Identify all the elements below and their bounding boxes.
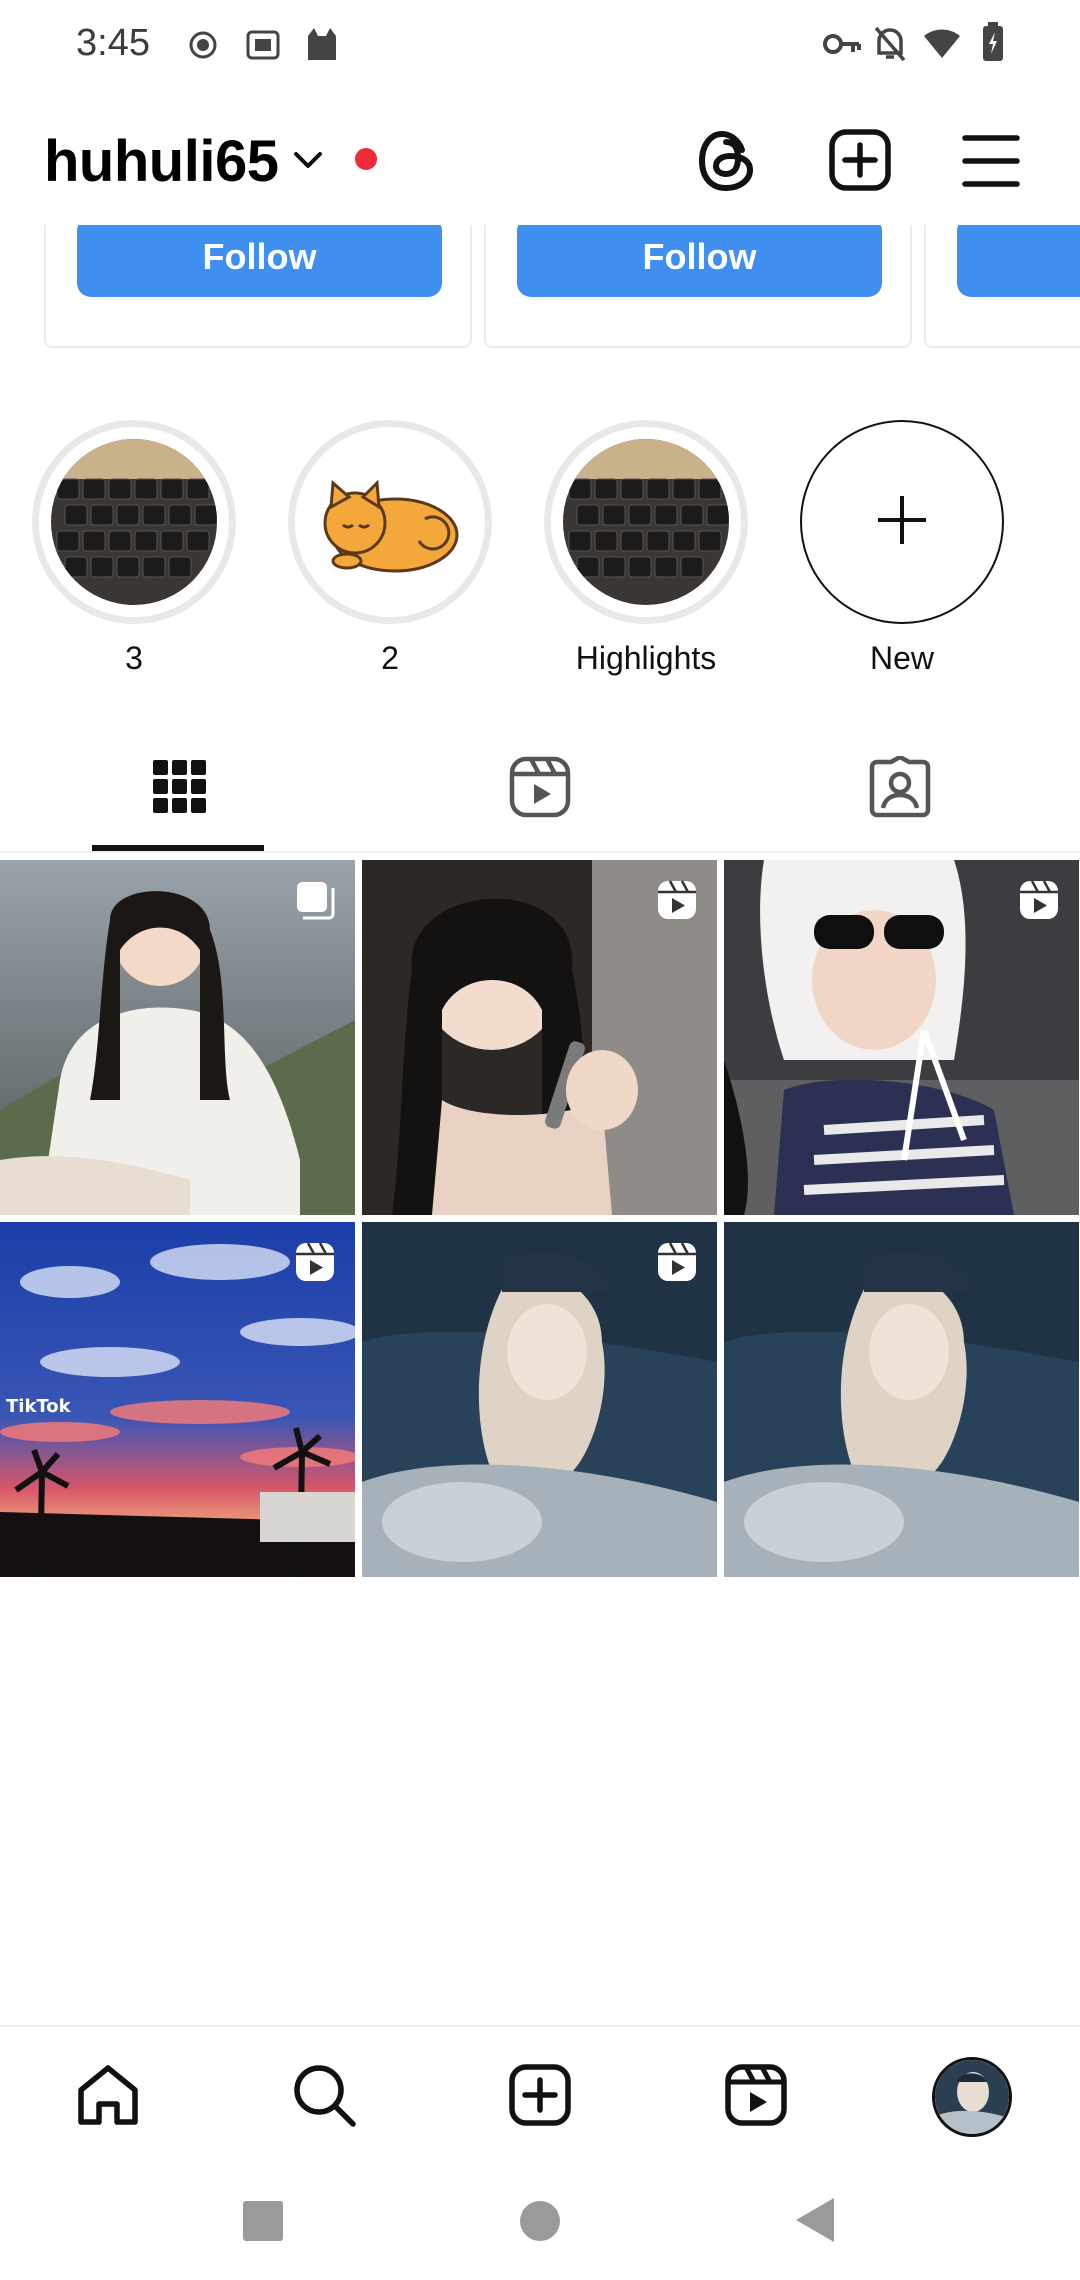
plus-icon (874, 492, 930, 553)
battery-charging-icon (982, 22, 1004, 67)
nav-reels[interactable] (648, 2057, 864, 2137)
back-button[interactable] (794, 2196, 836, 2249)
highlight-item[interactable]: 3 (29, 420, 239, 677)
create-icon (508, 2063, 572, 2132)
nav-profile[interactable] (864, 2057, 1080, 2137)
bell-off-icon (873, 25, 907, 68)
posts-grid: TikTok (0, 860, 1080, 1577)
highlight-label: 3 (125, 640, 143, 676)
orange-cat-thumbnail (307, 439, 473, 605)
tab-tagged[interactable] (720, 725, 1080, 853)
highlight-label: New (869, 640, 934, 676)
profile-header: huhuli65 (0, 110, 1080, 210)
menu-icon[interactable] (962, 134, 1020, 193)
key-icon (823, 30, 861, 63)
tab-reels[interactable] (360, 725, 720, 853)
highlight-item[interactable]: Highlights (541, 420, 751, 677)
home-button[interactable] (519, 2200, 561, 2247)
iqiyi-icon (246, 28, 280, 67)
threads-icon[interactable] (696, 128, 758, 199)
chevron-down-icon[interactable] (292, 150, 324, 175)
active-tab-indicator (92, 845, 264, 851)
profile-tabs (0, 725, 1080, 853)
follow-button[interactable]: Follow (957, 225, 1080, 297)
recents-button[interactable] (242, 2200, 284, 2247)
suggested-accounts: Follow Follow Follow (0, 225, 1080, 350)
highlight-ring (32, 420, 236, 624)
reels-icon (509, 756, 571, 823)
grid-icon (151, 758, 209, 821)
wifi-icon (922, 28, 962, 65)
search-icon (291, 2062, 357, 2133)
svg-text:TikTok: TikTok (6, 1396, 72, 1417)
story-highlights: 3 2 Highlights New (0, 420, 1080, 680)
highlight-ring (544, 420, 748, 624)
post-thumbnail[interactable] (362, 1222, 717, 1577)
tab-grid[interactable] (0, 725, 360, 853)
post-thumbnail[interactable] (0, 860, 355, 1215)
status-time: 3:45 (76, 22, 150, 64)
home-icon (75, 2062, 141, 2133)
reels-icon (655, 878, 699, 927)
system-navigation (0, 2160, 1080, 2280)
profile-avatar (932, 2057, 1012, 2137)
reels-icon (293, 1240, 337, 1289)
cat-app-icon (304, 26, 340, 67)
highlight-item[interactable]: 2 (285, 420, 495, 677)
post-thumbnail[interactable]: TikTok (0, 1222, 355, 1577)
bottom-navigation (0, 2025, 1080, 2155)
reels-icon (724, 2063, 788, 2132)
post-thumbnail[interactable] (724, 860, 1079, 1215)
keyboard-thumbnail (563, 439, 729, 605)
nav-search[interactable] (216, 2057, 432, 2137)
create-post-icon[interactable] (828, 128, 892, 197)
nav-create[interactable] (432, 2057, 648, 2137)
follow-button[interactable]: Follow (77, 225, 442, 297)
new-highlight-ring (800, 420, 1004, 624)
keyboard-thumbnail (51, 439, 217, 605)
post-thumbnail[interactable] (362, 860, 717, 1215)
reels-icon (1017, 878, 1061, 927)
username[interactable]: huhuli65 (44, 128, 279, 195)
highlight-label: 2 (381, 640, 399, 676)
highlight-label: Highlights (575, 640, 717, 676)
highlight-ring (288, 420, 492, 624)
carousel-icon (293, 878, 337, 927)
suggestion-card: Follow (484, 225, 912, 348)
status-bar: 3:45 (0, 0, 1080, 90)
record-icon (188, 30, 218, 65)
post-thumbnail[interactable] (724, 1222, 1079, 1577)
tagged-person-icon (869, 754, 931, 823)
follow-button[interactable]: Follow (517, 225, 882, 297)
reels-icon (655, 1240, 699, 1289)
suggestion-card: Follow (44, 225, 472, 348)
nav-home[interactable] (0, 2057, 216, 2137)
notification-dot (355, 148, 377, 170)
new-highlight[interactable]: New (797, 420, 1007, 677)
suggestion-card: Follow (924, 225, 1080, 348)
